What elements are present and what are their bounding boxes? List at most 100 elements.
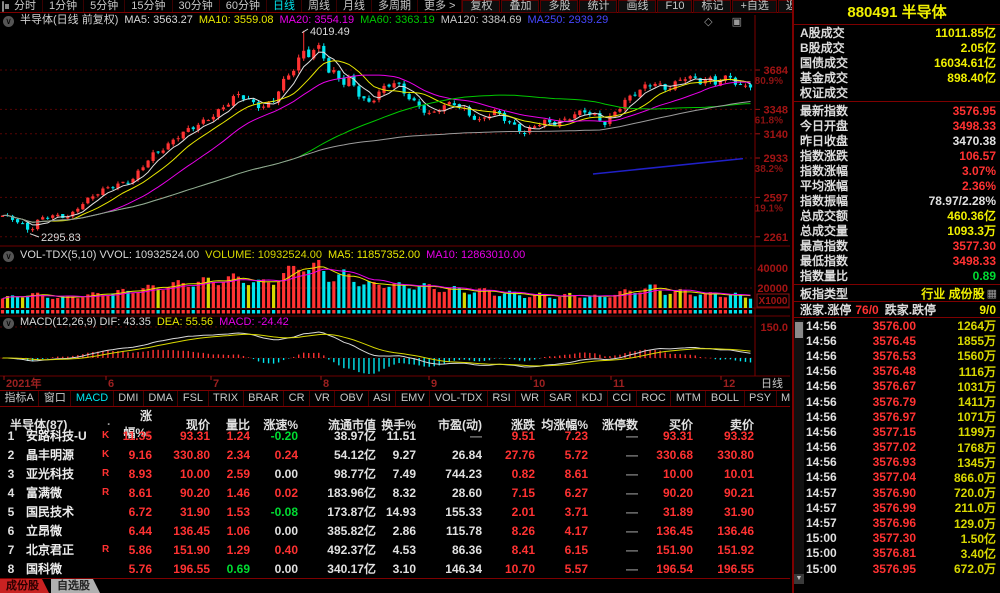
period-item-5分钟[interactable]: 5分钟: [84, 0, 125, 12]
indicator-tab-ROC[interactable]: ROC: [637, 391, 671, 406]
period-item-15分钟[interactable]: 15分钟: [125, 0, 172, 12]
indicator-tab-KDJ[interactable]: KDJ: [577, 391, 608, 406]
tick-price: 3577.02: [852, 440, 916, 454]
table-cell: 38.97亿: [300, 427, 378, 444]
toolbar-button-+自选[interactable]: +自选: [732, 0, 776, 13]
collapse-kline-icon[interactable]: ∨: [3, 16, 14, 27]
table-cell: 151.92: [695, 543, 756, 557]
indicator-tab-BOLL[interactable]: BOLL: [706, 391, 744, 406]
board-type-value[interactable]: 行业 成份股: [848, 285, 985, 302]
table-row[interactable]: 1安路科技-UK11.3593.311.24-0.2038.97亿11.51—9…: [0, 426, 790, 445]
period-item-月线[interactable]: 月线: [337, 0, 372, 12]
indicator-tab-PSY[interactable]: PSY: [745, 391, 777, 406]
svg-text:8: 8: [323, 378, 329, 390]
tick-row: 15:003576.813.40亿: [794, 546, 1000, 561]
indicator-tab-VR[interactable]: VR: [310, 391, 335, 406]
decliners-label: 跌家.跌停: [885, 301, 936, 318]
table-cell: 8.41: [484, 543, 537, 557]
period-item-分时[interactable]: 分时: [8, 0, 43, 12]
period-item-多周期[interactable]: 多周期: [372, 0, 418, 12]
tick-price: 3577.30: [852, 531, 916, 545]
chart-corner-icons[interactable]: ◇ ▣: [704, 15, 750, 28]
indicator-tab-MTM[interactable]: MTM: [671, 391, 706, 406]
tick-row: 14:563576.481116万: [794, 364, 1000, 379]
table-cell: 98.77亿: [300, 465, 378, 482]
indicator-tab-MCST[interactable]: MCST: [777, 391, 790, 406]
panel-row: 指数涨跌106.57: [794, 148, 1000, 163]
toolbar-button-标记[interactable]: 标记: [693, 0, 731, 13]
indicator-tab-ASI[interactable]: ASI: [369, 391, 397, 406]
indicator-tab-CCI[interactable]: CCI: [608, 391, 637, 406]
indicator-tab-BRAR[interactable]: BRAR: [244, 391, 285, 406]
tab-constituents[interactable]: 成份股: [0, 579, 49, 593]
indicator-tab-OBV[interactable]: OBV: [335, 391, 368, 406]
tick-price: 3576.00: [852, 319, 916, 333]
tick-row: 14:573576.96129.0万: [794, 515, 1000, 530]
table-cell: 93.31: [640, 429, 695, 443]
tick-row: 14:563576.791411万: [794, 394, 1000, 409]
volume-value-label: MA5: 11857352.00: [328, 249, 420, 261]
table-row[interactable]: 8国科微5.76196.550.690.00340.17亿3.10146.341…: [0, 559, 790, 578]
ma-value-label: MA60: 3363.19: [360, 14, 435, 26]
window-layout-icon[interactable]: [2, 1, 4, 12]
indicator-tab-DMI[interactable]: DMI: [114, 391, 144, 406]
indicator-tab-DMA[interactable]: DMA: [144, 391, 178, 406]
panel-row: 总成交额460.36亿: [794, 208, 1000, 223]
tick-time: 14:56: [806, 470, 852, 484]
collapse-macd-icon[interactable]: ∨: [3, 318, 14, 329]
tick-scrollbar[interactable]: ▼: [794, 320, 804, 576]
indicator-tab-SAR[interactable]: SAR: [545, 391, 578, 406]
panel-row-label: 权证成交: [800, 84, 848, 101]
indicator-tab-WR[interactable]: WR: [516, 391, 544, 406]
period-item-日线[interactable]: 日线: [267, 0, 302, 12]
indicator-tab-RSI[interactable]: RSI: [488, 391, 516, 406]
indicator-tab-EMV[interactable]: EMV: [396, 391, 430, 406]
chart-svg[interactable]: 368480.9%334861.8%3140293338.2%259719.1%…: [0, 13, 790, 390]
table-cell: 151.90: [154, 543, 212, 557]
table-row[interactable]: 3亚光科技R8.9310.002.590.0098.77亿7.49744.230…: [0, 464, 790, 483]
indicator-tab-MACD[interactable]: MACD: [71, 391, 113, 406]
period-item-1分钟[interactable]: 1分钟: [43, 0, 84, 12]
period-item-30分钟[interactable]: 30分钟: [173, 0, 220, 12]
panel-row-value: 3470.38: [848, 134, 996, 148]
table-row[interactable]: 5国民技术6.7231.901.53-0.08173.87亿14.93155.3…: [0, 502, 790, 521]
toolbar-button-F10[interactable]: F10: [657, 0, 692, 13]
tick-price: 3576.81: [852, 546, 916, 560]
table-row[interactable]: 2晶丰明源K9.16330.802.340.2454.12亿9.2726.842…: [0, 445, 790, 464]
indicator-tab-TRIX[interactable]: TRIX: [209, 391, 244, 406]
grid-icon[interactable]: ▦: [987, 287, 997, 300]
toolbar-button-复权[interactable]: 复权: [462, 0, 500, 13]
row-number: 1: [0, 429, 22, 443]
table-cell: 8.32: [378, 486, 418, 500]
indicator-tab-VOL-TDX[interactable]: VOL-TDX: [430, 391, 488, 406]
tab-watchlist[interactable]: 自选股: [51, 579, 100, 593]
tick-row: 15:003577.301.50亿: [794, 531, 1000, 546]
scrollbar-down-arrow[interactable]: ▼: [794, 574, 804, 584]
toolbar-button-画线[interactable]: 画线: [618, 0, 656, 13]
collapse-volume-icon[interactable]: ∨: [3, 251, 14, 262]
period-item-60分钟[interactable]: 60分钟: [220, 0, 267, 12]
indicator-tab-CR[interactable]: CR: [284, 391, 310, 406]
table-row[interactable]: 6立昂微6.44136.451.060.00385.82亿2.86115.788…: [0, 521, 790, 540]
tick-time: 14:56: [806, 440, 852, 454]
indicator-tab-窗口[interactable]: 窗口: [39, 391, 71, 406]
tick-time: 15:00: [806, 546, 852, 560]
panel-row-value: 3498.33: [848, 119, 996, 133]
indicator-tab-row: 指标A窗口MACDDMIDMAFSLTRIXBRARCRVROBVASIEMVV…: [0, 390, 790, 407]
table-cell: 10.01: [695, 467, 756, 481]
panel-row: 昨日收盘3470.38: [794, 133, 1000, 148]
indicator-tab-FSL[interactable]: FSL: [178, 391, 208, 406]
period-item-周线[interactable]: 周线: [302, 0, 337, 12]
toolbar-button-叠加[interactable]: 叠加: [501, 0, 539, 13]
toolbar-button-多股[interactable]: 多股: [540, 0, 578, 13]
period-item-更多 >[interactable]: 更多 >: [418, 0, 462, 12]
table-cell: -0.08: [252, 505, 300, 519]
scrollbar-thumb[interactable]: [795, 322, 803, 338]
panel-row: 指数涨幅3.07%: [794, 163, 1000, 178]
indicator-tab-指标A[interactable]: 指标A: [0, 391, 39, 406]
table-row[interactable]: 4富满微R8.6190.201.460.02183.96亿8.3228.607.…: [0, 483, 790, 502]
table-cell: 115.78: [418, 524, 484, 538]
toolbar-button-统计[interactable]: 统计: [579, 0, 617, 13]
tick-time: 14:56: [806, 410, 852, 424]
table-row[interactable]: 7北京君正R5.86151.901.290.40492.37亿4.5386.36…: [0, 540, 790, 559]
